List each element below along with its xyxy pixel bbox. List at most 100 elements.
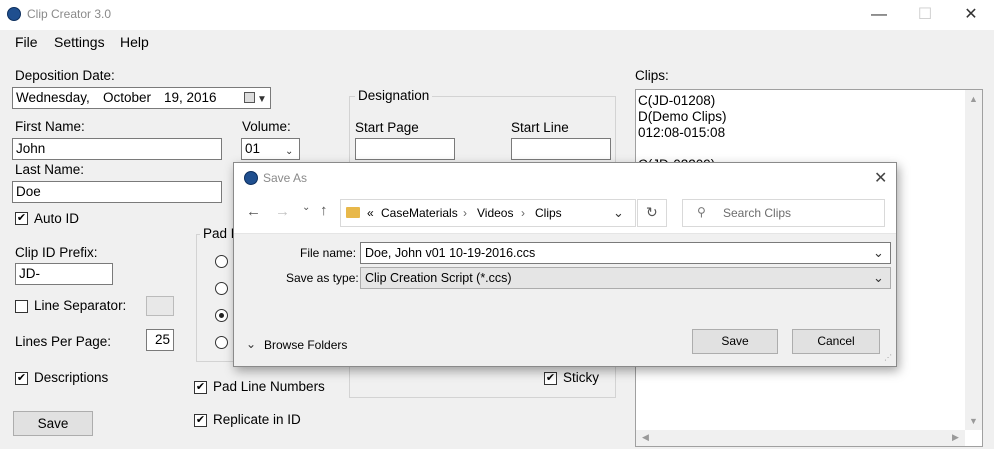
breadcrumb-videos[interactable]: Videos	[477, 206, 513, 220]
address-bar[interactable]: « CaseMaterials › Videos › Clips ⌄	[340, 199, 636, 227]
chevron-down-icon: ⌄	[873, 270, 884, 285]
file-name-value: Doe, John v01 10-19-2016.ccs	[365, 246, 536, 260]
dialog-cancel-button[interactable]: Cancel	[792, 329, 880, 354]
window-title: Clip Creator 3.0	[27, 7, 112, 21]
dialog-close-icon[interactable]: ✕	[874, 168, 887, 188]
search-box[interactable]: ⚲ Search Clips	[682, 199, 885, 227]
dialog-title: Save As	[263, 171, 308, 185]
descriptions-checkbox[interactable]: ✔	[15, 372, 28, 385]
chevron-down-icon[interactable]: ⌄	[873, 243, 884, 263]
breadcrumb-separator-icon: ›	[463, 206, 467, 220]
pad-radio-4[interactable]	[215, 336, 228, 349]
scroll-up-icon[interactable]: ▲	[969, 94, 978, 104]
pad-line-numbers-checkbox[interactable]: ✔	[194, 381, 207, 394]
lines-per-page-label: Lines Per Page:	[15, 334, 112, 349]
dialog-app-icon	[244, 171, 258, 185]
chevron-down-icon: ▼	[257, 94, 267, 105]
close-button[interactable]: ✕	[948, 0, 994, 30]
refresh-button[interactable]: ↻	[637, 199, 667, 227]
breadcrumb-separator-icon: ›	[521, 206, 525, 220]
menu-settings[interactable]: Settings	[54, 34, 105, 50]
menu-file[interactable]: File	[15, 34, 38, 50]
clips-content: C(JD-01208) D(Demo Clips) 012:08-015:08 …	[638, 93, 727, 173]
clip-line	[638, 141, 727, 157]
save-type-value: Clip Creation Script (*.ccs)	[365, 271, 512, 285]
last-name-field[interactable]: Doe	[12, 181, 222, 203]
last-name-label: Last Name:	[15, 162, 85, 177]
volume-label: Volume:	[242, 119, 291, 134]
dialog-save-button[interactable]: Save	[692, 329, 778, 354]
sticky-label: Sticky	[563, 370, 600, 385]
first-name-field[interactable]: John	[12, 138, 222, 160]
date-day-year: 19, 2016	[164, 90, 217, 105]
volume-value: 01	[245, 141, 261, 156]
file-name-field[interactable]: Doe, John v01 10-19-2016.ccs ⌄	[360, 242, 891, 264]
resize-grip-icon[interactable]: ⋰	[884, 353, 892, 362]
back-arrow-icon[interactable]: ←	[246, 203, 261, 220]
calendar-icon[interactable]	[244, 92, 255, 103]
designation-title: Designation	[355, 88, 433, 103]
chevron-down-icon: ⌄	[246, 337, 257, 351]
scroll-left-icon[interactable]: ◀	[642, 432, 649, 443]
title-bar: Clip Creator 3.0 — ☐ ✕	[0, 0, 994, 30]
auto-id-checkbox[interactable]: ✔	[15, 212, 28, 225]
dialog-title-bar: Save As ✕	[234, 163, 896, 194]
vertical-scrollbar[interactable]: ▲ ▼	[965, 90, 982, 430]
date-month: October	[103, 90, 152, 105]
clip-id-prefix-label: Clip ID Prefix:	[15, 245, 98, 260]
clips-label: Clips:	[635, 68, 669, 83]
line-separator-checkbox[interactable]	[15, 300, 28, 313]
breadcrumb-overflow[interactable]: «	[367, 206, 374, 220]
clip-line: 012:08-015:08	[638, 125, 726, 140]
clip-line: D(Demo Clips)	[638, 109, 727, 124]
chevron-down-icon: ⌄	[285, 146, 294, 157]
start-line-field[interactable]	[511, 138, 611, 160]
pad-radio-1[interactable]	[215, 255, 228, 268]
volume-select[interactable]: 01 ⌄	[241, 138, 300, 160]
folder-icon	[346, 207, 360, 218]
pad-radio-3[interactable]	[215, 309, 228, 322]
scroll-right-icon[interactable]: ▶	[952, 432, 959, 443]
navigation-row: ← → ⌄ ↑ « CaseMaterials › Videos › Clips…	[234, 194, 896, 234]
save-type-select[interactable]: Clip Creation Script (*.ccs) ⌄	[360, 267, 891, 289]
menu-help[interactable]: Help	[120, 34, 149, 50]
descriptions-label: Descriptions	[34, 370, 109, 385]
sticky-checkbox[interactable]: ✔	[544, 372, 557, 385]
horizontal-scrollbar[interactable]: ◀ ▶	[636, 430, 965, 446]
browse-folders-label: Browse Folders	[264, 338, 348, 352]
start-page-field[interactable]	[355, 138, 455, 160]
start-page-label: Start Page	[355, 120, 419, 135]
forward-arrow-icon[interactable]: →	[275, 203, 290, 220]
maximize-button[interactable]: ☐	[902, 0, 948, 30]
recent-chevron-icon[interactable]: ⌄	[302, 202, 310, 213]
lines-per-page-field[interactable]: 25	[146, 329, 174, 351]
minimize-button[interactable]: —	[856, 0, 902, 30]
breadcrumb-casematerials[interactable]: CaseMaterials	[381, 206, 458, 220]
up-arrow-icon[interactable]: ↑	[320, 202, 328, 219]
deposition-date-label: Deposition Date:	[15, 68, 115, 83]
replicate-in-id-checkbox[interactable]: ✔	[194, 414, 207, 427]
refresh-icon: ↻	[646, 204, 658, 220]
line-separator-label: Line Separator:	[34, 298, 127, 313]
file-name-label: File name:	[300, 246, 357, 260]
save-type-label: Save as type:	[286, 271, 359, 285]
scroll-down-icon[interactable]: ▼	[969, 416, 978, 426]
clip-line: C(JD-01208)	[638, 93, 716, 108]
replicate-in-id-label: Replicate in ID	[213, 412, 301, 427]
first-name-label: First Name:	[15, 119, 85, 134]
start-line-label: Start Line	[511, 120, 569, 135]
breadcrumb-clips[interactable]: Clips	[535, 206, 562, 220]
save-as-dialog: Save As ✕ ← → ⌄ ↑ « CaseMaterials › Vide…	[233, 162, 897, 367]
date-weekday: Wednesday,	[16, 90, 90, 105]
chevron-down-icon[interactable]: ⌄	[613, 205, 624, 221]
auto-id-label: Auto ID	[34, 211, 80, 226]
menu-bar: File Settings Help	[0, 30, 994, 54]
save-button[interactable]: Save	[13, 411, 93, 436]
deposition-date-picker[interactable]: Wednesday, October 19, 2016 ▼	[12, 87, 271, 109]
line-separator-field[interactable]	[146, 296, 174, 316]
search-icon: ⚲	[697, 205, 706, 219]
clip-id-prefix-field[interactable]: JD-	[15, 263, 113, 285]
app-icon	[7, 7, 21, 21]
pad-radio-2[interactable]	[215, 282, 228, 295]
search-placeholder: Search Clips	[723, 206, 792, 220]
